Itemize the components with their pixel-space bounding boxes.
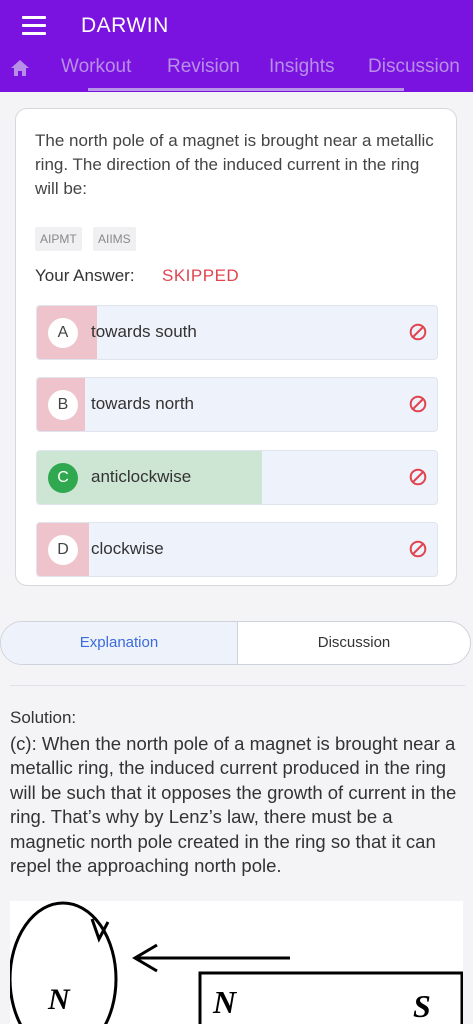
question-text: The north pole of a magnet is brought ne… xyxy=(35,131,434,198)
solution-title: Solution: xyxy=(10,708,77,727)
your-answer-status: SKIPPED xyxy=(162,266,240,285)
option-c-text: anticlockwise xyxy=(91,467,192,486)
tab-revision[interactable]: Revision xyxy=(167,56,240,78)
tab-explanation[interactable]: Explanation xyxy=(1,622,238,664)
option-d[interactable]: D clockwise xyxy=(36,522,438,577)
tab-workout[interactable]: Workout xyxy=(61,56,131,78)
option-d-letter: D xyxy=(48,535,78,565)
app-title: DARWIN xyxy=(81,14,169,37)
option-a-letter: A xyxy=(48,318,78,348)
prohibited-icon xyxy=(409,540,427,558)
option-b[interactable]: B towards north xyxy=(36,377,438,432)
option-b-text: towards north xyxy=(91,394,194,413)
tab-indicator xyxy=(88,88,404,91)
prohibited-icon xyxy=(409,395,427,413)
tab-discussion-bottom[interactable]: Discussion xyxy=(238,622,470,664)
ring-label: N xyxy=(47,983,71,1016)
option-d-text: clockwise xyxy=(91,539,164,558)
explanation-discussion-toggle: Explanation Discussion xyxy=(0,621,471,665)
solution-text: (c): When the north pole of a magnet is … xyxy=(10,733,457,877)
lenz-law-figure: N N S xyxy=(10,901,463,1024)
magnet-south-label: S xyxy=(413,988,431,1024)
home-icon[interactable] xyxy=(9,58,31,78)
figure-drawing: N N S xyxy=(10,901,463,1024)
tag-aipmt: AIPMT xyxy=(35,227,82,251)
option-c-letter: C xyxy=(48,463,78,493)
option-a-text: towards south xyxy=(91,322,197,341)
prohibited-icon xyxy=(409,468,427,486)
option-c[interactable]: C anticlockwise xyxy=(36,450,438,505)
question-card: The north pole of a magnet is brought ne… xyxy=(15,108,457,586)
menu-icon[interactable] xyxy=(22,16,46,36)
tag-aiims: AIIMS xyxy=(93,227,136,251)
app-bar: DARWIN Workout Revision Insights Discuss… xyxy=(0,0,473,92)
option-a[interactable]: A towards south xyxy=(36,305,438,360)
tab-discussion[interactable]: Discussion xyxy=(368,56,460,78)
magnet-north-label: N xyxy=(212,984,238,1020)
prohibited-icon xyxy=(409,323,427,341)
your-answer-label: Your Answer: xyxy=(35,266,135,285)
option-b-letter: B xyxy=(48,390,78,420)
divider xyxy=(10,685,465,686)
tab-insights[interactable]: Insights xyxy=(269,56,334,78)
